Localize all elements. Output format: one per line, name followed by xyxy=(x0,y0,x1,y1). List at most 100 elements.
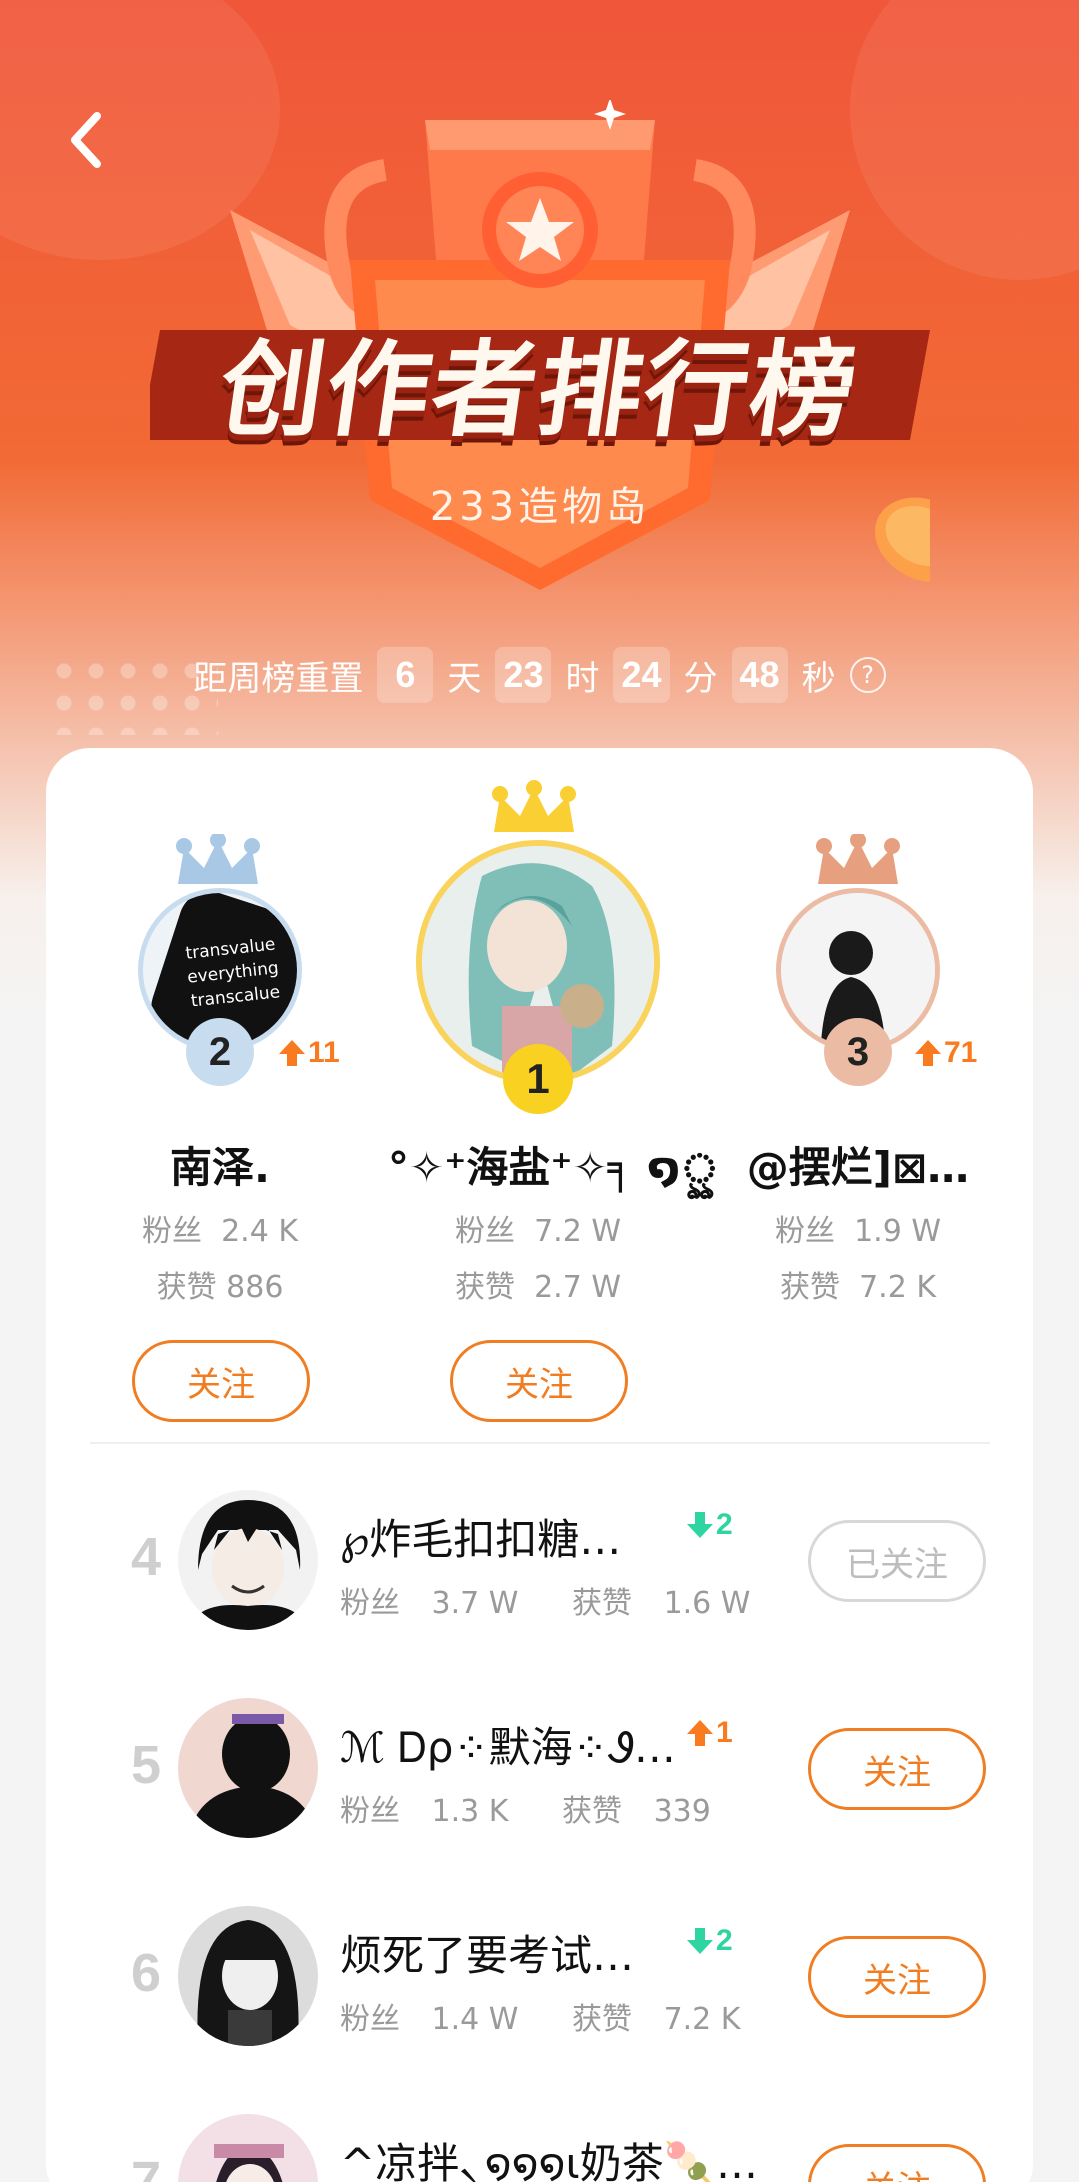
trend-value: 71 xyxy=(944,1036,978,1069)
fans-count: 1.3 K xyxy=(431,1794,509,1829)
creator-stats: 粉丝 1.4 W 获赞 7.2 K xyxy=(340,1994,784,2038)
gold-crown-icon xyxy=(492,780,576,832)
likes-label: 获赞 xyxy=(572,1586,633,1621)
fans-stat: 粉丝 1.4 W xyxy=(340,2002,540,2037)
fans-stat: 粉丝 1.9 W xyxy=(718,1206,998,1250)
silver-crown-icon xyxy=(176,834,260,884)
avatar-image xyxy=(178,1490,318,1630)
avatar[interactable] xyxy=(178,1490,318,1630)
likes-count: 2.7 W xyxy=(534,1270,621,1305)
fans-count: 1.9 W xyxy=(854,1214,941,1249)
page-title: 创作者排行榜 xyxy=(212,328,866,451)
creator-name: @摆烂]⊠… xyxy=(746,1143,970,1192)
fans-count: 1.4 W xyxy=(431,2002,519,2037)
avatar-image xyxy=(178,1698,318,1838)
fans-count: 2.4 K xyxy=(221,1214,298,1249)
likes-stat: 获赞 7.2 K xyxy=(718,1262,998,1306)
fans-label: 粉丝 xyxy=(340,1586,400,1621)
fans-label: 粉丝 xyxy=(340,1794,400,1829)
creator-name: ℘炸毛扣扣糖… xyxy=(340,1515,622,1564)
page-subtitle: 233造物岛 xyxy=(429,484,651,530)
chevron-left-icon xyxy=(71,112,101,168)
countdown-seconds-unit: 秒 xyxy=(801,658,836,699)
likes-count: 1.6 W xyxy=(663,1586,751,1621)
trend-value: 2 xyxy=(716,1924,733,1957)
avatar[interactable] xyxy=(178,1698,318,1838)
follow-button[interactable]: 关注 xyxy=(808,1728,986,1810)
countdown-days: 6 xyxy=(377,647,434,703)
leaderboard-card: transvalue everything transcalue 2 11 南泽… xyxy=(46,748,1033,2182)
rank-number: 6 xyxy=(130,1943,162,2003)
arrow-up-icon xyxy=(687,1720,713,1746)
likes-stat: 获赞 7.2 K xyxy=(572,2002,762,2037)
arrow-up-icon xyxy=(915,1040,941,1066)
follow-button[interactable]: 关注 xyxy=(808,2144,986,2182)
follow-button[interactable]: 关注 xyxy=(450,1340,628,1422)
fans-label: 粉丝 xyxy=(455,1214,515,1249)
rank-badge: 1 xyxy=(503,1044,573,1114)
help-icon[interactable]: ? xyxy=(849,657,886,693)
likes-label: 获赞 xyxy=(562,1794,623,1829)
creator-name: 南泽. xyxy=(170,1143,270,1192)
fans-stat: 粉丝 7.2 W xyxy=(388,1206,688,1250)
likes-stat: 获赞 1.6 W xyxy=(572,1586,772,1621)
rank-badge: 2 xyxy=(186,1018,254,1086)
title-banner: 创作者排行榜 xyxy=(150,310,930,451)
likes-label: 获赞 xyxy=(455,1270,515,1305)
likes-label: 获赞 xyxy=(156,1270,217,1305)
avatar[interactable] xyxy=(178,2114,318,2182)
arrow-down-icon xyxy=(687,1928,713,1954)
likes-count: 886 xyxy=(226,1270,284,1305)
fans-label: 粉丝 xyxy=(142,1214,202,1249)
avatar-caption: transvalue everything transcalue xyxy=(184,934,282,1012)
trend-up-indicator: 71 xyxy=(914,1036,977,1070)
follow-button[interactable]: 关注 xyxy=(132,1340,310,1422)
likes-label: 获赞 xyxy=(780,1270,840,1305)
likes-count: 7.2 K xyxy=(663,2002,741,2037)
fans-count: 7.2 W xyxy=(534,1214,621,1249)
rank-number: 7 xyxy=(130,2151,162,2182)
trend-down-indicator: 2 xyxy=(686,1924,733,1958)
countdown-minutes-unit: 分 xyxy=(683,658,718,699)
trend-down-indicator: 2 xyxy=(686,1508,733,1542)
creator-stats: 粉丝 3.7 W 获赞 1.6 W xyxy=(340,1578,794,1622)
arrow-down-icon xyxy=(687,1512,713,1538)
follow-button[interactable]: 关注 xyxy=(808,1936,986,2018)
countdown-label: 距周榜重置 xyxy=(193,658,364,699)
fans-count: 3.7 W xyxy=(431,1586,519,1621)
creator-name: 烦死了要考试… xyxy=(340,1931,635,1980)
trend-value: 1 xyxy=(716,1716,733,1749)
fans-stat: 粉丝 3.7 W xyxy=(340,1586,540,1621)
likes-label: 获赞 xyxy=(572,2002,633,2037)
rank-number: 5 xyxy=(130,1735,162,1795)
avatar[interactable] xyxy=(178,1906,318,2046)
rank-badge: 3 xyxy=(824,1018,892,1086)
creator-name: ^凉拌৲໑໑໑ɩ奶茶🍡… xyxy=(340,2139,759,2182)
followed-button[interactable]: 已关注 xyxy=(808,1520,986,1602)
bronze-crown-icon xyxy=(816,834,900,884)
likes-count: 339 xyxy=(653,1794,711,1829)
fans-stat: 粉丝 1.3 K xyxy=(340,1794,530,1829)
arrow-up-icon xyxy=(279,1040,305,1066)
trend-value: 11 xyxy=(308,1036,340,1069)
divider xyxy=(90,1442,990,1444)
reset-countdown: 距周榜重置 6 天 23 时 24 分 48 秒 ? xyxy=(0,645,1079,705)
fans-label: 粉丝 xyxy=(340,2002,400,2037)
creator-name: ℳ Ꭰρ⁘默海⁘Ꮽ… xyxy=(340,1723,676,1772)
likes-count: 7.2 K xyxy=(859,1270,936,1305)
rank-number: 4 xyxy=(130,1527,162,1587)
countdown-hours: 23 xyxy=(495,647,552,703)
likes-stat: 获赞 2.7 W xyxy=(388,1262,688,1306)
avatar-image xyxy=(178,2114,318,2182)
creator-stats: 粉丝 1.3 K 获赞 339 xyxy=(340,1786,755,1830)
fans-label: 粉丝 xyxy=(775,1214,835,1249)
creator-name: °✧⁺海盐⁺✧╕ ໑ৣ xyxy=(388,1143,720,1192)
countdown-days-unit: 天 xyxy=(447,658,482,699)
trend-up-indicator: 1 xyxy=(686,1716,733,1750)
avatar-image xyxy=(178,1906,318,2046)
trend-value: 2 xyxy=(716,1508,733,1541)
likes-stat: 获赞 339 xyxy=(562,1794,733,1829)
countdown-hours-unit: 时 xyxy=(565,658,600,699)
trend-up-indicator: 11 xyxy=(278,1036,340,1070)
back-button[interactable] xyxy=(60,110,110,170)
